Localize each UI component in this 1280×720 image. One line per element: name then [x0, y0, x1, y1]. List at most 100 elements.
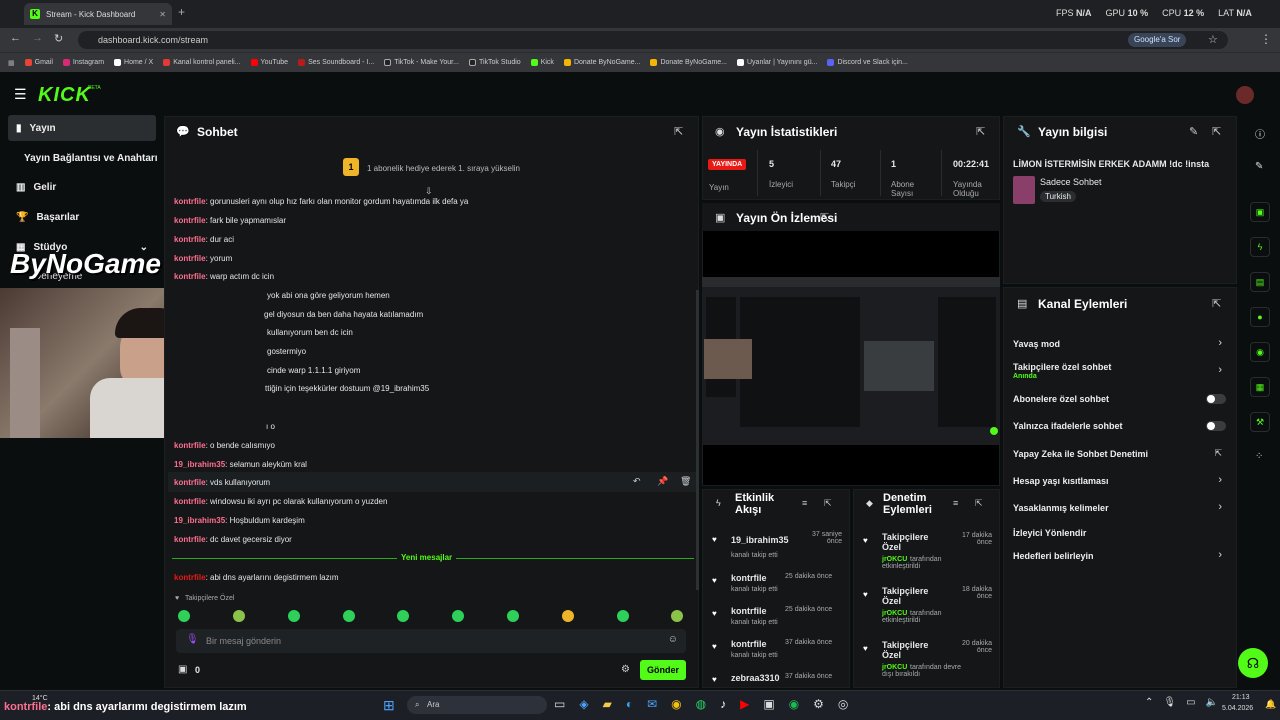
- chat-message[interactable]: kontrfile: abi dns ayarlarını degistirme…: [174, 573, 339, 582]
- chat-username[interactable]: kontrfile: [174, 478, 206, 487]
- chat-message[interactable]: kontrfile: dc davet gecersiz diyor: [174, 535, 292, 544]
- chat-bubble-icon[interactable]: ●: [1250, 307, 1270, 327]
- apps-icon[interactable]: ⁘: [1255, 451, 1263, 462]
- menu-kebab-icon[interactable]: ⋮: [1260, 32, 1272, 46]
- chevron-right-icon[interactable]: ›: [1218, 337, 1222, 349]
- mic-icon[interactable]: 🎙: [1163, 697, 1176, 708]
- emote-icon[interactable]: [397, 610, 409, 622]
- mod-action-label[interactable]: Takipçilere Özel: [882, 586, 932, 606]
- sidebar-item-basarilar[interactable]: 🏆 Başarılar: [8, 204, 156, 230]
- stream-title[interactable]: LİMON İSTERMİSİN ERKEK ADAMM !dc !insta: [1013, 159, 1209, 169]
- wrench-icon[interactable]: ⚒: [1250, 412, 1270, 432]
- scroll-down-icon[interactable]: ⇩: [425, 186, 433, 197]
- app-icon[interactable]: ▣: [763, 697, 774, 711]
- emotes-only-toggle[interactable]: [1206, 421, 1226, 431]
- chat-scrollbar[interactable]: [696, 290, 699, 590]
- bookmark-star-icon[interactable]: ☆: [1208, 33, 1218, 46]
- chat-username[interactable]: kontrfile: [174, 535, 206, 544]
- chat-message[interactable]: kullanıyorum ben dc icin: [267, 328, 353, 337]
- clipboard-icon[interactable]: ▤: [1250, 272, 1270, 292]
- new-messages-label[interactable]: Yeni mesajlar: [397, 553, 457, 562]
- emote-icon[interactable]: [452, 610, 464, 622]
- send-button[interactable]: Gönder: [640, 660, 686, 680]
- preview-video[interactable]: [702, 277, 1000, 445]
- chat-username[interactable]: kontrfile: [174, 235, 206, 244]
- chat-message[interactable]: gostermiyo: [267, 347, 306, 356]
- sidebar-item-yayin[interactable]: ▮ Yayın: [8, 115, 156, 141]
- new-tab-icon[interactable]: +: [178, 5, 185, 19]
- broadcast-icon[interactable]: ◉: [1250, 342, 1270, 362]
- action-followers-only[interactable]: Takipçilere özel sohbet: [1013, 362, 1111, 372]
- bookmark-discord[interactable]: Discord ve Slack için...: [827, 59, 908, 66]
- task-view-icon[interactable]: ▭: [554, 697, 565, 711]
- chat-username[interactable]: kontrfile: [174, 441, 206, 450]
- kick-logo[interactable]: KICK: [38, 84, 91, 107]
- activity-user[interactable]: zebraa3310: [731, 673, 780, 683]
- bookmark-donate-2[interactable]: Donate ByNoGame...: [650, 59, 727, 66]
- clock-time[interactable]: 21:13: [1232, 694, 1250, 701]
- google-ask-button[interactable]: Google'a Sor: [1128, 33, 1187, 47]
- layout-icon[interactable]: ▣: [1250, 202, 1270, 222]
- chat-input[interactable]: 🎙 Bir mesaj gönderin ☺: [176, 629, 686, 653]
- bookmark-kanal[interactable]: Kanal kontrol paneli...: [163, 59, 241, 66]
- obs-icon[interactable]: ◎: [838, 697, 848, 711]
- chat-message[interactable]: 19_ibrahim35: selamun aleyküm kral: [174, 460, 307, 469]
- emote-icon[interactable]: [343, 610, 355, 622]
- mod-action-label[interactable]: Takipçilere Özel: [882, 532, 932, 552]
- address-bar[interactable]: dashboard.kick.com/stream: [78, 31, 1228, 49]
- spotify-icon[interactable]: ◉: [789, 697, 799, 711]
- emote-icon[interactable]: [178, 610, 190, 622]
- delete-icon[interactable]: 🗑: [680, 476, 691, 487]
- popout-icon[interactable]: ⇱: [674, 125, 683, 138]
- chevron-right-icon[interactable]: ›: [1218, 474, 1222, 486]
- popout-icon[interactable]: ⇱: [1212, 297, 1221, 310]
- whatsapp-icon[interactable]: ◍: [696, 697, 706, 711]
- pin-icon[interactable]: 📌: [657, 476, 668, 487]
- network-icon[interactable]: ▭: [1186, 697, 1195, 708]
- explorer-icon[interactable]: ▰: [603, 697, 612, 711]
- gift-banner[interactable]: 1 abonelik hediye ederek 1. sıraya yükse…: [367, 164, 520, 173]
- bookmark-youtube[interactable]: YouTube: [250, 59, 288, 66]
- support-icon[interactable]: ☊: [1238, 648, 1268, 678]
- emote-icon[interactable]: [671, 610, 683, 622]
- chat-username[interactable]: 19_ibrahim35: [174, 516, 225, 525]
- info-icon[interactable]: ⓘ: [1255, 126, 1265, 141]
- action-banned-words[interactable]: Yasaklanmış kelimeler: [1013, 503, 1109, 513]
- youtube-icon[interactable]: ▶: [740, 697, 749, 711]
- chat-username[interactable]: kontrfile: [174, 216, 206, 225]
- chat-message[interactable]: gel diyosun da ben daha hayata katılamad…: [264, 310, 423, 319]
- apps-grid-icon[interactable]: ▦: [8, 59, 15, 67]
- reload-icon[interactable]: ↻: [54, 32, 63, 45]
- chat-message[interactable]: kontrfile: dur aci: [174, 235, 234, 244]
- bookmark-tiktok[interactable]: TikTok - Make Your...: [384, 59, 459, 66]
- notification-icon[interactable]: 🔔: [1265, 699, 1276, 710]
- chat-message[interactable]: ttiğin için teşekkürler dostuum @19_ibra…: [265, 384, 429, 393]
- chat-username[interactable]: kontrfile: [174, 497, 206, 506]
- reply-icon[interactable]: ↶: [633, 476, 641, 487]
- clock-date[interactable]: 5.04.2026: [1222, 705, 1253, 712]
- activity-user[interactable]: 19_ibrahim35: [731, 535, 789, 545]
- bookmark-uyanlar[interactable]: Uyanlar | Yayınını gü...: [737, 59, 817, 66]
- chat-message[interactable]: kontrfile: warp actım dc icin: [174, 272, 274, 281]
- chat-username[interactable]: kontrfile: [174, 272, 206, 281]
- chrome-icon[interactable]: ◉: [671, 697, 681, 711]
- category-name[interactable]: Sadece Sohbet: [1040, 177, 1102, 187]
- activity-user[interactable]: kontrfile: [731, 639, 767, 649]
- bolt-icon[interactable]: ϟ: [1250, 237, 1270, 257]
- chat-message[interactable]: 19_ibrahim35: Hoşbuldum kardeşim: [174, 516, 305, 525]
- mic-icon[interactable]: 🎙: [186, 634, 199, 645]
- chevron-right-icon[interactable]: ›: [1218, 549, 1222, 561]
- emote-icon[interactable]: [288, 610, 300, 622]
- popout-icon[interactable]: ⇱: [820, 211, 829, 224]
- avatar[interactable]: [1236, 86, 1254, 104]
- tab-close-icon[interactable]: ✕: [159, 10, 166, 19]
- edit-icon[interactable]: ✎: [1189, 125, 1198, 138]
- action-raid[interactable]: İzleyici Yönlendir: [1013, 528, 1086, 538]
- bookmark-x[interactable]: Home / X: [114, 59, 153, 66]
- chat-message[interactable]: kontrfile: gorunusleri aynı olup hız far…: [174, 197, 468, 206]
- emote-icon[interactable]: [233, 610, 245, 622]
- volume-icon[interactable]: 🔈: [1206, 697, 1218, 708]
- action-goals[interactable]: Hedefleri belirleyin: [1013, 551, 1094, 561]
- activity-user[interactable]: kontrfile: [731, 573, 767, 583]
- mod-action-label[interactable]: Takipçilere Özel: [882, 640, 932, 660]
